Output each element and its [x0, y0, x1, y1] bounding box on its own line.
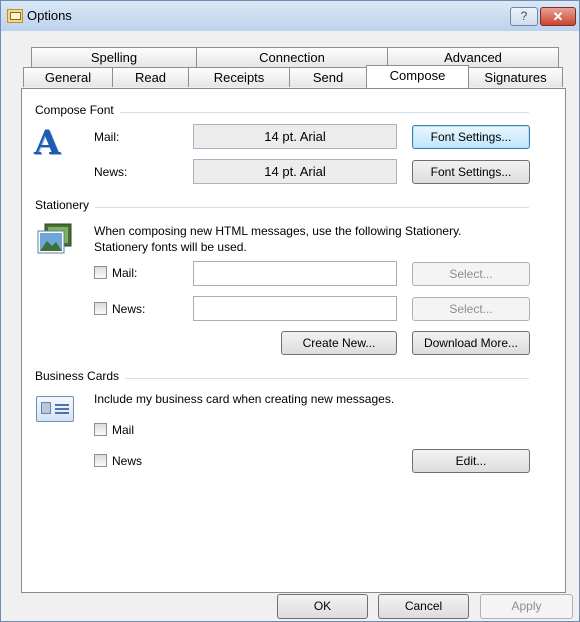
business-cards-group-label: Business Cards: [35, 369, 126, 383]
stationery-picture-icon: [37, 223, 72, 254]
stationery-news-label: News:: [112, 302, 146, 316]
stationery-divider: [37, 207, 529, 208]
apply-button[interactable]: Apply: [480, 594, 573, 619]
tab-signatures[interactable]: Signatures: [468, 67, 563, 87]
stationery-mail-label: Mail:: [112, 266, 138, 280]
business-card-edit-button[interactable]: Edit...: [412, 449, 530, 473]
options-app-icon: [7, 9, 23, 23]
stationery-group-label: Stationery: [35, 198, 96, 212]
business-card-mail-checkbox[interactable]: [94, 423, 107, 436]
tab-spelling[interactable]: Spelling: [31, 47, 197, 67]
create-new-button[interactable]: Create New...: [281, 331, 397, 355]
font-letter-a-icon: A: [34, 123, 61, 163]
compose-news-label: News:: [94, 165, 128, 179]
mail-font-settings-button[interactable]: Font Settings...: [412, 125, 530, 149]
tab-general[interactable]: General: [23, 67, 113, 87]
tab-connection[interactable]: Connection: [196, 47, 388, 67]
tab-advanced[interactable]: Advanced: [387, 47, 559, 67]
business-cards-description: Include my business card when creating n…: [94, 392, 395, 406]
cancel-button[interactable]: Cancel: [378, 594, 469, 619]
compose-news-font-field: 14 pt. Arial: [193, 159, 397, 184]
business-card-news-checkbox[interactable]: [94, 454, 107, 467]
close-button[interactable]: ✕: [540, 7, 576, 26]
tab-read[interactable]: Read: [112, 67, 189, 87]
stationery-mail-field[interactable]: [193, 261, 397, 286]
download-more-button[interactable]: Download More...: [412, 331, 530, 355]
window-title: Options: [27, 8, 72, 23]
news-font-settings-button[interactable]: Font Settings...: [412, 160, 530, 184]
tab-receipts[interactable]: Receipts: [188, 67, 290, 87]
compose-mail-label: Mail:: [94, 130, 120, 144]
title-bar[interactable]: Options ? ✕: [1, 1, 579, 31]
compose-mail-font-field: 14 pt. Arial: [193, 124, 397, 149]
help-button[interactable]: ?: [510, 7, 538, 26]
stationery-mail-checkbox[interactable]: [94, 266, 107, 279]
stationery-news-checkbox[interactable]: [94, 302, 107, 315]
stationery-description: When composing new HTML messages, use th…: [94, 224, 462, 254]
compose-font-group-label: Compose Font: [35, 103, 120, 117]
options-dialog: Options ? ✕ Spelling Connection Advanced…: [0, 0, 580, 622]
tab-send[interactable]: Send: [289, 67, 367, 87]
business-card-mail-label: Mail: [112, 423, 135, 437]
stationery-news-field[interactable]: [193, 296, 397, 321]
business-card-icon: [36, 396, 74, 422]
business-card-news-label: News: [112, 454, 143, 468]
stationery-mail-select-button[interactable]: Select...: [412, 262, 530, 286]
stationery-news-select-button[interactable]: Select...: [412, 297, 530, 321]
ok-button[interactable]: OK: [277, 594, 368, 619]
tab-compose[interactable]: Compose: [366, 65, 469, 88]
